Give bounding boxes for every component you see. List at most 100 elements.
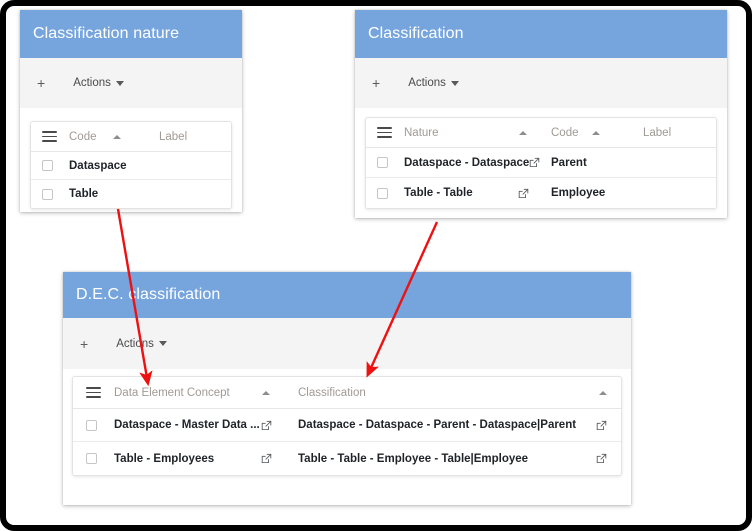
cell-label [159, 180, 231, 208]
cell-nature: Dataspace - Dataspace [404, 148, 551, 177]
row-menu-cell[interactable] [73, 377, 114, 408]
table-row[interactable]: Dataspace - Dataspace Parent [366, 148, 716, 178]
hamburger-icon[interactable] [86, 387, 101, 398]
table-row[interactable]: Dataspace - Master Data ... Dataspace - … [73, 409, 621, 442]
row-select-cell[interactable] [73, 442, 114, 475]
column-header-code[interactable]: Code [551, 118, 643, 147]
external-link-icon[interactable] [596, 453, 607, 464]
table-row[interactable]: Dataspace [31, 152, 231, 180]
panel-header-classification-nature: Classification nature [20, 10, 242, 58]
toolbar-classification-nature: + Actions [20, 58, 242, 108]
external-link-icon[interactable] [518, 188, 529, 199]
panel-dec-classification: D.E.C. classification + Actions Data Ele… [63, 272, 631, 505]
cell-code: Employee [551, 178, 643, 208]
external-link-icon[interactable] [529, 157, 540, 168]
table-header-row: Data Element Concept Classification [73, 377, 621, 409]
external-link-icon[interactable] [261, 453, 272, 464]
screenshot-root: Classification nature + Actions Code Lab… [0, 0, 752, 531]
checkbox-icon[interactable] [86, 419, 97, 431]
checkbox-icon[interactable] [86, 453, 97, 464]
add-button[interactable]: + [37, 76, 45, 90]
column-header-label: Classification [298, 386, 366, 399]
checkbox-icon[interactable] [377, 157, 388, 168]
add-button[interactable]: + [372, 76, 380, 90]
actions-label: Actions [408, 77, 446, 89]
row-select-cell[interactable] [366, 148, 404, 177]
add-button[interactable]: + [80, 337, 88, 351]
table-header-row: Nature Code Label [366, 118, 716, 148]
checkbox-icon[interactable] [42, 188, 53, 200]
cell-label [643, 148, 716, 177]
row-select-cell[interactable] [31, 180, 69, 208]
sort-ascending-icon[interactable] [112, 134, 121, 139]
cell-value: Dataspace - Dataspace [404, 156, 530, 169]
sort-ascending-icon[interactable] [519, 130, 527, 135]
panel-title: Classification nature [33, 25, 180, 42]
actions-label: Actions [73, 77, 111, 89]
column-header-code[interactable]: Code [69, 122, 159, 151]
column-header-data-element-concept[interactable]: Data Element Concept [114, 377, 298, 408]
column-header-label: Label [159, 130, 188, 143]
cell-value: Dataspace - Dataspace - Parent - Dataspa… [298, 419, 577, 431]
row-select-cell[interactable] [73, 409, 114, 441]
cell-nature: Table - Table [404, 178, 551, 208]
table-classification: Nature Code Label Dataspace - Dataspace [365, 117, 717, 209]
row-menu-cell[interactable] [366, 118, 404, 147]
external-link-icon[interactable] [596, 420, 607, 431]
actions-label: Actions [116, 337, 154, 350]
actions-dropdown[interactable]: Actions [408, 77, 459, 89]
checkbox-icon[interactable] [42, 160, 53, 171]
sort-ascending-icon[interactable] [599, 390, 607, 395]
column-header-label: Data Element Concept [114, 386, 230, 399]
row-menu-cell[interactable] [31, 122, 69, 151]
column-header-label[interactable]: Label [159, 122, 231, 151]
column-header-label: Code [551, 126, 579, 139]
cell-code: Table [69, 180, 159, 208]
cell-classification: Table - Table - Employee - Table|Employe… [298, 442, 621, 475]
actions-dropdown[interactable]: Actions [73, 77, 124, 89]
cell-data-element-concept: Table - Employees [114, 442, 298, 475]
hamburger-icon[interactable] [42, 131, 57, 142]
column-header-label: Nature [404, 126, 439, 139]
table-header-row: Code Label [31, 122, 231, 152]
column-header-label: Code [69, 130, 97, 143]
toolbar-dec-classification: + Actions [63, 318, 631, 369]
chevron-down-icon [158, 341, 167, 346]
cell-classification: Dataspace - Dataspace - Parent - Dataspa… [298, 409, 621, 441]
cell-code: Parent [551, 148, 643, 177]
table-row[interactable]: Table - Table Employee [366, 178, 716, 208]
sort-ascending-icon[interactable] [262, 390, 270, 395]
cell-value: Table - Table - Employee - Table|Employe… [298, 452, 529, 465]
checkbox-icon[interactable] [377, 187, 388, 199]
cell-value: Table - Table [404, 187, 473, 199]
cell-label [643, 178, 716, 208]
column-header-classification[interactable]: Classification [298, 377, 621, 408]
table-row[interactable]: Table [31, 180, 231, 208]
table-classification-nature: Code Label Dataspace Table [30, 121, 232, 209]
external-link-icon[interactable] [261, 420, 272, 431]
cell-value: Parent [551, 156, 587, 169]
cell-value: Dataspace [69, 159, 127, 172]
toolbar-classification: + Actions [355, 58, 727, 108]
cell-value: Employee [551, 187, 606, 199]
chevron-down-icon [450, 80, 459, 86]
panel-classification: Classification + Actions Nature Code Lab… [355, 10, 727, 218]
column-header-label[interactable]: Label [643, 118, 716, 147]
table-dec-classification: Data Element Concept Classification Data… [72, 376, 622, 476]
panel-title: Classification [368, 25, 464, 42]
cell-label [159, 152, 231, 179]
panel-classification-nature: Classification nature + Actions Code Lab… [20, 10, 242, 212]
panel-header-dec-classification: D.E.C. classification [63, 272, 631, 318]
actions-dropdown[interactable]: Actions [116, 338, 167, 350]
row-select-cell[interactable] [31, 152, 69, 179]
row-select-cell[interactable] [366, 178, 404, 208]
hamburger-icon[interactable] [377, 127, 392, 138]
table-row[interactable]: Table - Employees Table - Table - Employ… [73, 442, 621, 475]
cell-data-element-concept: Dataspace - Master Data ... [114, 409, 298, 441]
column-header-nature[interactable]: Nature [404, 118, 551, 147]
cell-code: Dataspace [69, 152, 159, 179]
panel-header-classification: Classification [355, 10, 727, 58]
column-header-label: Label [643, 126, 672, 139]
sort-ascending-icon[interactable] [591, 130, 600, 135]
cell-value: Dataspace - Master Data ... [114, 419, 260, 431]
